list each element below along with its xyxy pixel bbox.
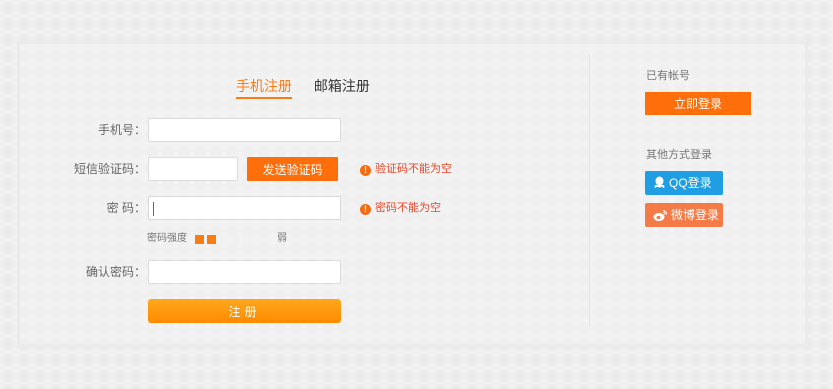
qq-icon <box>654 176 665 188</box>
phone-input[interactable] <box>148 118 341 142</box>
phone-label: 手机号： <box>97 123 146 137</box>
sms-code-error-text: 验证码不能为空 <box>375 163 452 175</box>
login-now-button[interactable]: 立即登录 <box>645 92 751 115</box>
qq-login-label: QQ登录 <box>669 176 712 190</box>
sms-code-label: 短信验证码： <box>73 162 146 176</box>
tab-email-register[interactable]: 邮箱注册 <box>314 76 370 97</box>
register-tabs: 手机注册 邮箱注册 <box>236 76 388 99</box>
register-submit-button[interactable]: 注册 <box>148 299 341 323</box>
password-strength-label: 密码强度 <box>147 233 187 244</box>
confirm-password-label: 确认密码： <box>85 265 146 279</box>
password-label: 密 码： <box>106 201 146 215</box>
password-input[interactable] <box>148 196 341 220</box>
exclamation-circle-icon: ! <box>360 165 371 176</box>
weibo-login-button[interactable]: 微博登录 <box>645 203 723 227</box>
strength-bar <box>219 235 228 244</box>
strength-bar <box>207 235 216 244</box>
strength-bar <box>195 235 204 244</box>
tab-phone-register[interactable]: 手机注册 <box>236 76 292 99</box>
sms-code-error: ! 验证码不能为空 <box>360 162 452 176</box>
has-account-label: 已有帐号 <box>646 70 690 82</box>
sms-code-input[interactable] <box>148 157 238 181</box>
other-login-label: 其他方式登录 <box>646 149 712 161</box>
strength-bar <box>243 235 252 244</box>
password-error-text: 密码不能为空 <box>375 202 441 214</box>
weibo-login-label: 微博登录 <box>671 208 720 222</box>
password-strength-value: 弱 <box>277 233 287 244</box>
send-code-button[interactable]: 发送验证码 <box>247 157 338 181</box>
qq-login-button[interactable]: QQ登录 <box>645 171 723 195</box>
exclamation-circle-icon: ! <box>360 204 371 215</box>
text-caret <box>153 202 154 216</box>
strength-bar <box>231 235 240 244</box>
confirm-password-input[interactable] <box>148 260 341 284</box>
password-error: ! 密码不能为空 <box>360 201 441 215</box>
weibo-icon <box>653 209 668 221</box>
vertical-divider <box>589 55 590 327</box>
